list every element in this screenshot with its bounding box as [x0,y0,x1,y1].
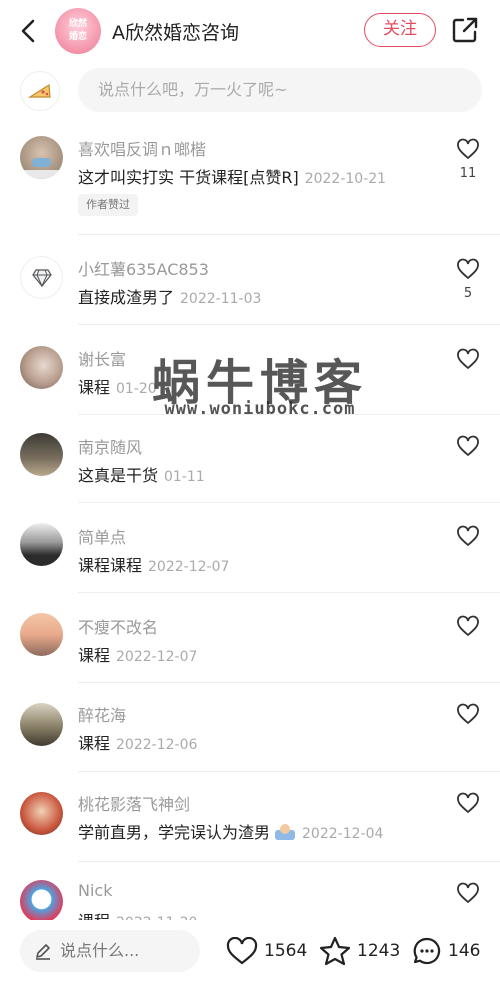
comment-body: 课程 [78,912,110,920]
back-icon[interactable] [14,14,44,48]
comment-date: 2022-10-21 [304,171,387,187]
commenter-name[interactable]: 喜欢唱反调ｎ啷楷 [78,136,206,160]
author-liked-badge: 作者赞过 [78,194,138,216]
comment-text[interactable]: 这真是干货 01-11 [78,462,205,486]
commenter-name[interactable]: 南京随风 [78,434,142,458]
commenter-name[interactable]: 小红薯635AC853 [78,256,209,280]
my-avatar [20,71,60,111]
diamond-icon [31,268,52,287]
commenter-avatar[interactable] [20,433,63,476]
logo-text-bottom: 婚恋 [68,32,87,42]
comment-body: 课程 [78,646,111,665]
comment-composer: 说点什么吧，万一火了呢~ [0,66,500,116]
heart-icon[interactable] [456,348,480,370]
top-header: 欣然 婚恋 A欣然婚恋咨询 关注 [0,0,500,62]
comments-button[interactable]: 146 [412,936,480,966]
comment-icon [413,937,441,965]
comment-date: 01-11 [164,469,205,485]
divider [78,592,500,593]
watermark: 蜗牛博客 www.woniubokc.com [115,343,405,423]
comment-text[interactable]: 直接成渣男了 2022-11-03 [78,284,261,308]
pencil-icon [36,944,50,960]
commenter-avatar[interactable] [20,792,63,835]
comment-date: 2022-12-04 [302,826,384,842]
commenter-avatar[interactable] [20,523,63,566]
comment-body: 这才叫实打实 干货课程[点赞R] [78,168,299,187]
heart-icon [226,937,258,965]
heart-icon[interactable] [456,525,480,547]
comment-text[interactable]: 课程 2022-12-07 [78,642,197,666]
divider [78,771,500,772]
commenter-name[interactable]: 简单点 [78,524,126,548]
commenter-avatar[interactable] [20,136,63,179]
comment-text[interactable]: 学前直男，学完误认为渣男 2022-12-04 [78,819,383,843]
account-avatar[interactable]: 欣然 婚恋 [55,8,101,54]
commenter-avatar[interactable] [20,346,63,389]
like-button[interactable]: 1564 [226,936,307,966]
divider [78,414,500,415]
heart-icon[interactable] [456,138,480,160]
comment-date: 2022-12-06 [116,737,198,753]
logo-text-top: 欣然 [68,19,87,29]
comment-text[interactable]: 课程 01-20 [78,374,157,398]
likes-count: 1564 [264,941,308,961]
comment-body: 这真是干货 [78,466,159,485]
comment-body: 课程 [78,378,111,397]
favorite-button[interactable]: 1243 [319,936,400,966]
comment-input-bottom[interactable]: 说点什么... [20,930,200,972]
star-icon [319,936,351,966]
like-count: 5 [463,286,473,301]
heart-icon[interactable] [456,882,480,904]
comment-date: 2022-11-03 [180,291,262,307]
comment-text[interactable]: 这才叫实打实 干货课程[点赞R] 2022-10-21 [78,164,386,188]
commenter-avatar[interactable] [20,256,63,299]
heart-icon[interactable] [456,435,480,457]
commenter-avatar[interactable] [20,613,63,656]
commenter-name[interactable]: 谢长富 [78,346,126,370]
heart-icon[interactable] [456,703,480,725]
comment-body: 课程课程 [78,556,143,575]
account-name[interactable]: A欣然婚恋咨询 [112,18,239,45]
commenter-avatar[interactable] [20,880,63,920]
divider [78,234,500,235]
comment-text[interactable]: 课程 2022-12-06 [78,730,197,754]
watermark-url: www.woniubokc.com [164,399,356,419]
say-placeholder: 说点什么... [60,941,140,960]
commenter-name[interactable]: 醉花海 [78,702,126,726]
divider [78,502,500,503]
comment-body: 学前直男，学完误认为渣男 [78,823,271,842]
divider [78,324,500,325]
comment-date: 2022-12-07 [116,649,198,665]
divider [78,682,500,683]
comment-text[interactable]: 课程课程 2022-12-07 [78,552,229,576]
comment-date: 01-20 [116,381,157,397]
like-count: 11 [459,166,477,181]
pizza-icon [28,83,51,98]
emoji-icon [274,823,296,841]
commenter-name[interactable]: Nick [78,881,112,900]
comments-count: 146 [448,941,481,961]
commenter-name[interactable]: 不瘦不改名 [78,614,158,638]
comment-text[interactable]: 课程2022-11-20 [78,908,197,920]
heart-icon[interactable] [456,792,480,814]
heart-icon[interactable] [456,258,480,280]
comment-body: 课程 [78,734,111,753]
comment-item: Nick 课程2022-11-20 [0,878,500,920]
heart-icon[interactable] [456,615,480,637]
follow-button[interactable]: 关注 [364,13,436,47]
share-icon[interactable] [451,16,479,44]
comment-body: 直接成渣男了 [78,288,175,307]
comment-input[interactable]: 说点什么吧，万一火了呢~ [78,68,482,112]
favorites-count: 1243 [357,941,401,961]
comment-date: 2022-12-07 [148,559,230,575]
commenter-name[interactable]: 桃花影落飞神剑 [78,791,190,815]
bottom-action-bar: 说点什么... 1564 1243 146 [0,920,500,981]
divider [78,861,500,862]
commenter-avatar[interactable] [20,703,63,746]
watermark-brand: 蜗牛博客 [151,355,368,411]
